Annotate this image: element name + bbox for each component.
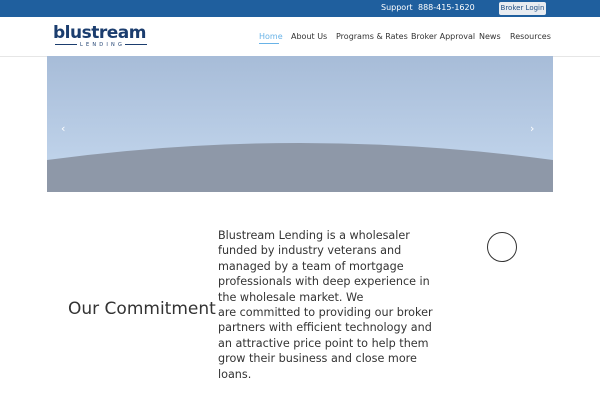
nav-item-home[interactable]: Home [259, 32, 283, 41]
nav-active-indicator [259, 43, 279, 44]
nav-item-resources[interactable]: Resources [510, 32, 551, 41]
paragraph-line: an attractive price point to help them [218, 336, 429, 350]
paragraph-line: Blustream Lending is a wholesaler [218, 229, 410, 242]
nav-item-programs-rates[interactable]: Programs & Rates [336, 32, 408, 41]
nav-item-news[interactable]: News [479, 32, 501, 41]
logo[interactable]: blustream LENDING [53, 24, 149, 50]
commitment-heading: Our Commitment [68, 299, 216, 319]
nav-item-about-us[interactable]: About Us [291, 32, 327, 41]
paragraph-line: professionals with deep experience in [218, 275, 430, 289]
nav-item-broker-approval[interactable]: Broker Approval [411, 32, 475, 41]
circle-button[interactable] [487, 232, 517, 262]
paragraph-line: managed by a team of mortgage [218, 259, 404, 273]
hero-image [47, 143, 553, 192]
main-navbar: blustream LENDING Home About Us Programs… [0, 17, 600, 57]
chevron-left-icon[interactable]: ‹ [61, 122, 65, 135]
paragraph-line: loans. [218, 367, 252, 381]
paragraph-line: are committed to providing our broker [218, 306, 433, 320]
commitment-paragraph: Blustream Lending is a wholesaler funded… [218, 228, 433, 382]
hero-slider[interactable]: ‹ › [47, 56, 553, 192]
top-bar: Support 888-415-1620 Broker Login [0, 0, 600, 17]
logo-rule-right [125, 44, 147, 45]
logo-rule-left [55, 44, 77, 45]
chevron-right-icon[interactable]: › [530, 122, 534, 135]
support-link[interactable]: Support [381, 3, 413, 12]
phone-link[interactable]: 888-415-1620 [418, 3, 475, 12]
paragraph-line: funded by industry veterans and [218, 244, 402, 258]
logo-subtitle: LENDING [80, 42, 126, 48]
logo-wordmark: blustream [53, 23, 146, 43]
paragraph-line: the wholesale market. We [218, 290, 364, 304]
broker-login-button[interactable]: Broker Login [499, 2, 546, 15]
paragraph-line: grow their business and close more [218, 352, 417, 366]
paragraph-line: partners with efficient technology and [218, 321, 432, 335]
